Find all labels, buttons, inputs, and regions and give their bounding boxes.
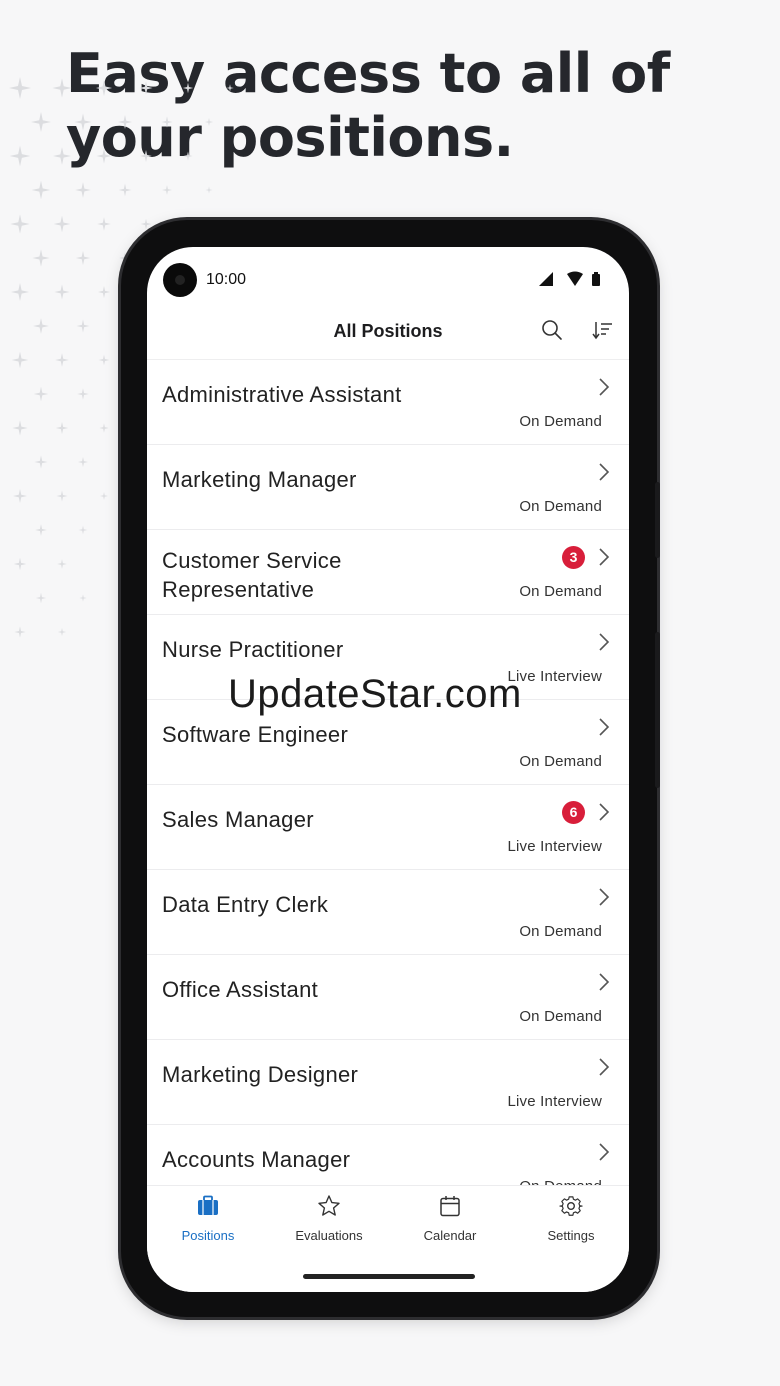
bottom-tab-bar: Positions Evaluations Calendar Settings: [147, 1185, 629, 1292]
interview-type: On Demand: [519, 923, 602, 940]
interview-type: On Demand: [519, 583, 602, 600]
position-title: Data Entry Clerk: [162, 892, 329, 917]
position-title: Administrative Assistant: [162, 382, 402, 407]
position-title: Marketing Designer: [162, 1062, 359, 1087]
status-icons: [537, 271, 603, 292]
interview-type: Live Interview: [507, 838, 602, 855]
tab-label: Settings: [547, 1228, 595, 1243]
position-row[interactable]: Data Entry Clerk On Demand: [147, 870, 629, 955]
phone-side-button: [655, 482, 660, 558]
position-title: Customer Service Representative: [162, 548, 342, 602]
position-title: Sales Manager: [162, 807, 314, 832]
chevron-right-icon: [599, 803, 610, 821]
interview-type: On Demand: [519, 498, 602, 515]
position-title: Marketing Manager: [162, 467, 357, 492]
position-row[interactable]: Marketing Manager On Demand: [147, 445, 629, 530]
chevron-right-icon: [599, 718, 610, 736]
calendar-icon: [440, 1196, 460, 1217]
battery-icon: [592, 272, 600, 286]
interview-type: On Demand: [519, 413, 602, 430]
home-indicator[interactable]: [303, 1274, 475, 1279]
position-row[interactable]: Sales Manager 6 Live Interview: [147, 785, 629, 870]
position-row[interactable]: Administrative Assistant On Demand: [147, 360, 629, 445]
chevron-right-icon: [599, 633, 610, 651]
sort-icon[interactable]: [591, 319, 613, 341]
tab-positions[interactable]: Positions: [148, 1186, 268, 1256]
chevron-right-icon: [599, 1143, 610, 1161]
chevron-right-icon: [599, 973, 610, 991]
camera-cutout: [163, 263, 197, 297]
phone-screen: 10:00 All Positions Administrative Assis…: [147, 247, 629, 1292]
tab-settings[interactable]: Settings: [511, 1186, 629, 1256]
notification-badge: 6: [562, 801, 585, 824]
interview-type: On Demand: [519, 753, 602, 770]
app-header: All Positions: [147, 313, 629, 359]
interview-type: Live Interview: [507, 1093, 602, 1110]
wifi-icon: [567, 271, 583, 286]
tab-calendar[interactable]: Calendar: [390, 1186, 510, 1256]
chevron-right-icon: [599, 463, 610, 481]
position-row[interactable]: Marketing Designer Live Interview: [147, 1040, 629, 1125]
tab-label: Calendar: [423, 1228, 477, 1243]
position-title: Nurse Practitioner: [162, 637, 344, 662]
gear-icon: [559, 1196, 583, 1216]
phone-side-button: [655, 632, 660, 788]
signal-icon: [539, 272, 553, 286]
position-title: Office Assistant: [162, 977, 319, 1002]
position-row[interactable]: Customer Service Representative 3 On Dem…: [147, 530, 629, 615]
star-icon: [318, 1195, 340, 1216]
chevron-right-icon: [599, 378, 610, 396]
tab-label: Evaluations: [295, 1228, 363, 1243]
positions-list: Administrative Assistant On Demand Marke…: [147, 359, 629, 1186]
tab-evaluations[interactable]: Evaluations: [269, 1186, 389, 1256]
position-title: Accounts Manager: [162, 1147, 351, 1172]
notification-badge: 3: [562, 546, 585, 569]
status-bar: 10:00: [147, 247, 629, 313]
chevron-right-icon: [599, 888, 610, 906]
position-title: Software Engineer: [162, 722, 349, 747]
tab-label: Positions: [181, 1228, 235, 1243]
search-icon[interactable]: [541, 319, 563, 341]
chevron-right-icon: [599, 1058, 610, 1076]
briefcase-icon: [198, 1195, 218, 1215]
position-row[interactable]: Accounts Manager On Demand: [147, 1125, 629, 1186]
interview-type: On Demand: [519, 1008, 602, 1025]
chevron-right-icon: [599, 548, 610, 566]
watermark-text: UpdateStar.com: [228, 672, 522, 716]
status-time: 10:00: [206, 271, 247, 288]
position-row[interactable]: Office Assistant On Demand: [147, 955, 629, 1040]
